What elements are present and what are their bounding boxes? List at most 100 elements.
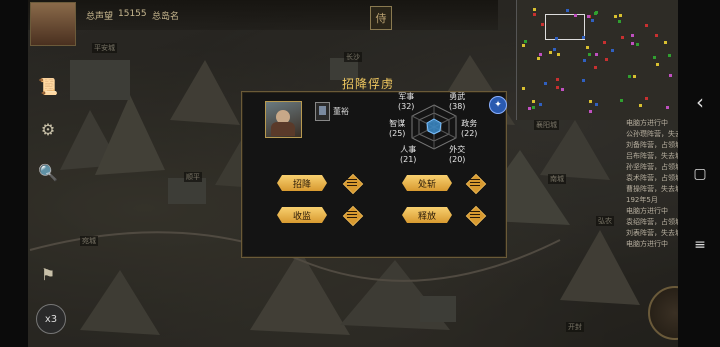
menu-icon[interactable]: ≡ [688,233,712,257]
minimap-city-dot [591,19,594,22]
minimap-city-dot [595,53,598,56]
minimap-city-dot [669,74,672,77]
minimap-city-dot [533,8,536,11]
minimap-city-dot [664,41,667,44]
general-portrait[interactable] [265,101,302,138]
stat-label: 人事 [400,145,417,154]
minimap-city-dot [539,53,542,56]
stat-label: 军事 [398,92,415,101]
event-log[interactable]: 电脑方进行中 公孙瓒阵营，失去城市 刘备阵营，占领城市 吕布阵营，失去城市 孙坚… [626,118,678,270]
stat-politics: 政务 (22) [461,119,477,139]
stat-military: 军事 (32) [398,92,414,112]
prestige-value: 15155 [118,9,147,19]
execute-more-button[interactable] [465,173,487,195]
general-name: 董裕 [333,107,349,116]
minimap-city-dot [618,20,621,23]
prestige-label: 总声望 [86,12,114,22]
stat-value: (25) [389,129,406,138]
minimap-city-dot [595,103,598,106]
minimap-city-dot [636,43,639,46]
minimap-city-dot [583,59,586,62]
imprison-button[interactable]: 收监 [277,207,327,223]
home-icon[interactable]: ▢ [688,162,712,186]
log-line: 电脑方进行中 [626,207,668,215]
minimap-city-dot [537,57,540,60]
dialog-title: 招降俘虏 [342,77,395,91]
minimap-city-dot [528,107,531,110]
faction-flag-icon [315,102,330,121]
stat-label: 政务 [461,119,478,128]
minimap-city-dot [561,88,564,91]
minimap-city-dot [582,79,585,82]
log-line: 吕布阵营，失去城市 [626,152,678,160]
log-line: 袁绍阵营，占领城市 [626,218,678,226]
execute-button[interactable]: 处斩 [402,175,452,191]
minimap-city-dot [614,15,617,18]
minimap-city-dot [645,24,648,27]
minimap-city-dot [544,82,547,85]
minimap-city-dot [594,12,597,15]
minimap-city-dot [605,58,608,61]
portrait-body [271,122,295,136]
player-avatar[interactable] [30,2,76,46]
stat-personnel: 人事 (21) [400,145,416,165]
list-icon [470,211,480,219]
list-icon [347,211,357,219]
minimap-viewport[interactable] [545,14,585,40]
minimap-city-dot [566,9,569,12]
imprison-more-button[interactable] [342,205,364,227]
log-line: 袁术阵营，占领城市 [626,174,678,182]
minimap-city-dot [645,97,648,100]
log-line: 公孙瓒阵营，失去城市 [626,130,678,138]
stat-value: (21) [400,155,417,164]
minimap-city-dot [633,75,636,78]
stat-value: (32) [398,102,415,111]
stat-value: (38) [449,102,466,111]
log-line: 刘表阵营，失去城市 [626,229,678,237]
release-more-button[interactable] [465,205,487,227]
minimap-city-dot [539,103,542,106]
stat-label: 外交 [449,145,466,154]
minimap-city-dot [603,41,606,44]
minimap-city-dot [524,40,527,43]
list-icon [470,179,480,187]
stat-value: (20) [449,155,466,164]
recruit-more-button[interactable] [342,173,364,195]
minimap-city-dot [582,36,585,39]
faction-badge[interactable]: 侍 [370,6,392,30]
log-line: 192年5月 [626,196,658,204]
minimap-city-dot [556,86,559,89]
left-letterbox [0,0,28,347]
scroll-icon[interactable]: 📜 [36,74,60,98]
log-line: 曹操阵营，失去城市 [626,185,678,193]
game-screen: 平安城 长沙 顺平 襄阳城 南城 弘农 开封 宛城 总声望 15155 总岛名 … [0,0,720,347]
minimap-city-dot [666,106,669,109]
stat-label: 智谋 [389,119,406,128]
minimap-city-dot [620,99,623,102]
log-line: 孙坚阵营，占领城市 [626,163,678,171]
minimap-city-dot [541,23,544,26]
recruit-button[interactable]: 招降 [277,175,327,191]
gear-icon[interactable]: ⚙ [36,117,60,141]
back-icon[interactable]: ‹ [688,90,712,114]
minimap-city-dot [555,37,558,40]
minimap[interactable] [516,0,679,120]
minimap-city-dot [594,66,597,69]
log-line: 刘备阵营，占领城市 [626,141,678,149]
stat-valor: 勇武 (38) [449,92,465,112]
search-icon[interactable]: 🔍 [36,160,60,184]
stat-diplomacy: 外交 (20) [449,145,465,165]
minimap-city-dot [631,34,634,37]
minimap-city-dot [589,110,592,113]
log-line: 电脑方进行中 [626,240,668,248]
list-icon [347,179,357,187]
stat-value: (22) [461,129,478,138]
zoom-level-button[interactable]: x3 [36,304,66,334]
minimap-city-dot [522,44,525,47]
minimap-city-dot [656,63,659,66]
release-button[interactable]: 释放 [402,207,452,223]
minimap-city-dot [588,53,591,56]
minimap-city-dot [586,46,589,49]
view-detail-icon[interactable]: ✦ [489,96,507,114]
banner-icon[interactable]: ⚑ [36,262,60,286]
